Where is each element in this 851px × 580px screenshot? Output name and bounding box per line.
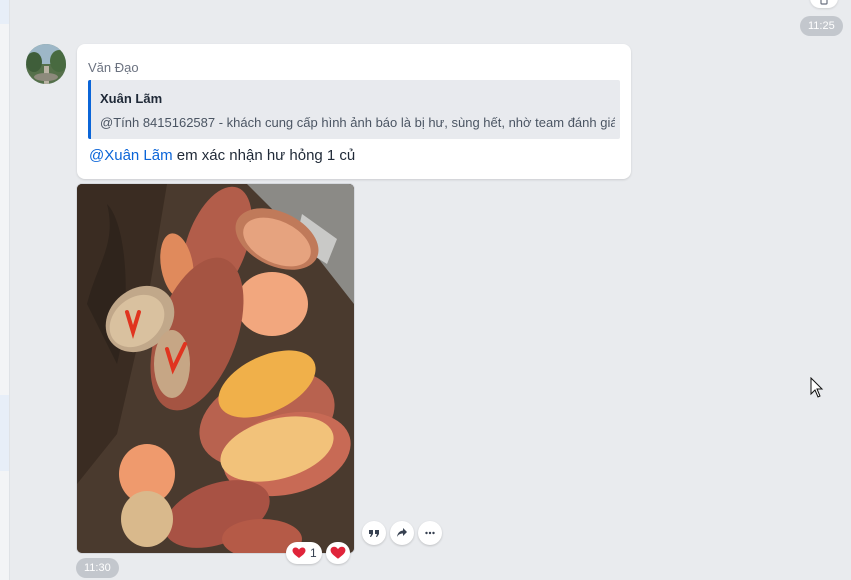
mouse-cursor-icon [810, 377, 824, 398]
mention-link[interactable]: @Xuân Lãm [89, 147, 173, 164]
quoted-message[interactable]: Xuân Lãm @Tính 8415162587 - khách cung c… [88, 80, 620, 139]
avatar[interactable] [26, 44, 66, 84]
quote-icon [369, 530, 379, 537]
more-icon [425, 531, 435, 535]
previous-message-bubble[interactable] [810, 0, 838, 8]
more-button[interactable] [418, 521, 442, 545]
quote-text: @Tính 8415162587 - khách cung cấp hình ả… [100, 115, 615, 130]
sender-name: Văn Đạo [88, 60, 139, 75]
avatar-photo [26, 44, 66, 84]
message-time: 11:30 [76, 558, 119, 578]
react-button[interactable] [326, 542, 350, 564]
photo-attachment[interactable] [76, 183, 355, 554]
message-time: 11:25 [800, 16, 843, 36]
sweet-potato-photo [77, 184, 354, 553]
heart-icon [292, 547, 306, 558]
reaction-count: 1 [310, 546, 317, 560]
left-panel-edge [0, 0, 10, 580]
quote-button[interactable] [362, 521, 386, 545]
reaction-summary[interactable]: 1 [286, 542, 322, 564]
left-panel-band [0, 395, 9, 471]
share-icon [397, 528, 407, 537]
message-text: @Xuân Lãm em xác nhận hư hỏng 1 củ [89, 147, 355, 164]
quote-author: Xuân Lãm [100, 91, 163, 106]
message-bubble[interactable]: Văn Đạo Xuân Lãm @Tính 8415162587 - khác… [77, 44, 631, 179]
heart-icon [330, 546, 346, 559]
chat-window: 11:25 Văn Đạo Xuân Lãm @Tính 8415162587 … [0, 0, 851, 580]
left-panel-band [0, 0, 9, 24]
message-body: em xác nhận hư hỏng 1 củ [172, 147, 356, 164]
copy-icon[interactable] [818, 0, 830, 7]
share-button[interactable] [390, 521, 414, 545]
